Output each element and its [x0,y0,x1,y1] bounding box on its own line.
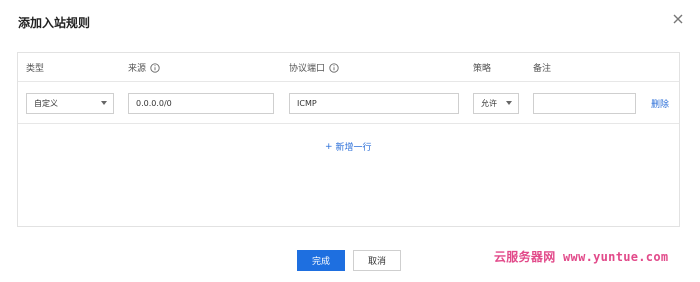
delete-row-link[interactable]: 删除 [651,97,669,110]
info-circle-icon[interactable] [329,62,339,73]
add-inbound-rule-dialog: 添加入站规则 类型 来源 协议端口 策略 备注 自定义 0.0.0.0/0 IC… [0,0,700,282]
plus-icon: + [325,141,333,152]
column-header-protocol-port: 协议端口 [289,61,339,74]
type-select[interactable]: 自定义 [26,93,114,114]
confirm-button[interactable]: 完成 [297,250,345,271]
column-header-type: 类型 [26,64,45,74]
close-icon[interactable] [670,11,686,27]
column-header-source: 来源 [128,61,160,74]
column-header-policy: 策略 [473,64,492,74]
add-row-link[interactable]: + 新增一行 [325,140,372,154]
rules-table: 类型 来源 协议端口 策略 备注 自定义 0.0.0.0/0 ICMP 允许 删… [17,52,680,227]
remark-input[interactable] [533,93,636,114]
info-circle-icon[interactable] [150,62,160,73]
chevron-down-icon [506,101,512,105]
table-row: 自定义 0.0.0.0/0 ICMP 允许 删除 [18,82,679,124]
column-header-remark: 备注 [533,64,552,74]
chevron-down-icon [101,101,107,105]
cancel-button[interactable]: 取消 [353,250,401,271]
policy-select[interactable]: 允许 [473,93,519,114]
source-input[interactable]: 0.0.0.0/0 [128,93,274,114]
watermark-text: 云服务器网 www.yuntue.com [494,250,669,264]
protocol-port-input[interactable]: ICMP [289,93,459,114]
table-header: 类型 来源 协议端口 策略 备注 [18,53,679,82]
dialog-title: 添加入站规则 [18,16,91,30]
